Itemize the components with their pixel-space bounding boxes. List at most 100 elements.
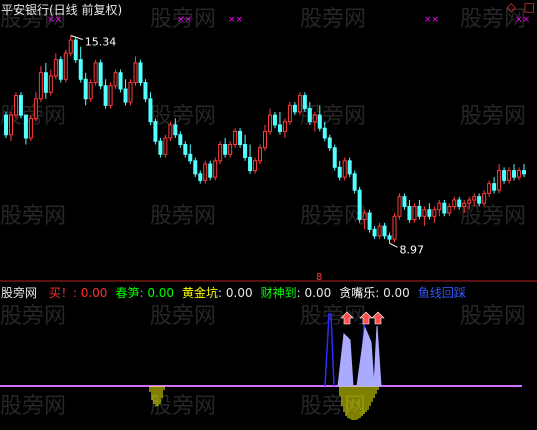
up-arrow-icon	[371, 311, 385, 325]
square-icon[interactable]: □	[524, 0, 535, 14]
candle-body	[337, 166, 342, 178]
candle-body	[282, 121, 287, 132]
candle-body	[228, 144, 233, 155]
candle-body	[168, 124, 173, 139]
watermark-text: 股旁网	[150, 304, 216, 329]
candle-body	[173, 124, 178, 136]
candle-body	[133, 62, 138, 84]
candle-body	[357, 189, 362, 221]
candle-body	[352, 173, 357, 191]
candle-body	[43, 72, 48, 93]
candle-body	[113, 72, 118, 87]
candle-body	[502, 170, 507, 181]
legend-separator: :	[296, 286, 305, 300]
candle-body	[332, 147, 337, 168]
candle-body	[243, 144, 248, 159]
legend-value: 0.00	[225, 286, 253, 300]
watermark-text: 股旁网	[150, 104, 216, 129]
candle-body	[73, 39, 78, 61]
legend-item: 贪嘴乐: 0.00	[339, 286, 410, 300]
legend-label: 财神到	[260, 286, 297, 300]
legend-label: 黄金坑	[182, 286, 219, 300]
legend-separator: :	[375, 286, 384, 300]
candle-body	[272, 114, 277, 126]
diamond-icon[interactable]: ◇	[507, 0, 516, 14]
cross-marker: ××	[228, 15, 243, 25]
low-label: 8.97	[400, 243, 425, 256]
candle-body	[317, 114, 322, 129]
candle-body	[238, 130, 243, 145]
candle-body	[53, 59, 58, 77]
legend-label: 买！	[48, 286, 73, 300]
watermark-text: 股旁网	[0, 304, 66, 329]
legend-value: 0.00	[304, 286, 332, 300]
candle-body	[138, 62, 143, 84]
candle-body	[432, 209, 437, 217]
candle-body	[158, 140, 163, 155]
candle-body	[457, 199, 462, 207]
candle-body	[198, 173, 203, 181]
candle-body	[8, 114, 13, 136]
candle-body	[377, 225, 382, 237]
candle-body	[307, 108, 312, 123]
candle-body	[267, 114, 272, 132]
price-indicator-chart: 股旁网 股旁网 股旁网 股旁网股旁网 股旁网 股旁网 股旁网股旁网 股旁网 股旁网 股旁网股旁网股…	[0, 7, 537, 420]
watermark-text: 股旁网	[300, 7, 366, 32]
candle-body	[258, 147, 263, 162]
candle-body	[277, 124, 282, 132]
candle-body	[123, 88, 128, 103]
watermark-text: 股旁网	[0, 204, 66, 229]
high-label: 15.34	[85, 36, 117, 49]
candle-body	[233, 130, 238, 145]
candle-body	[422, 209, 427, 217]
watermark-text: 股旁网	[460, 204, 526, 229]
candle-body	[492, 183, 497, 191]
candle-body	[143, 82, 148, 100]
legend-item: 春笋: 0.00	[115, 286, 174, 300]
candle-body	[78, 59, 83, 80]
candle-body	[362, 212, 367, 221]
candle-body	[13, 95, 18, 116]
watermark-text: 股旁网	[0, 394, 66, 419]
candle-body	[447, 205, 452, 214]
high-pointer	[70, 35, 83, 41]
legend-label: 鱼线回踩	[417, 286, 466, 300]
candle-body	[522, 170, 526, 175]
candle-body	[417, 205, 422, 217]
legend-item: 鱼线回踩	[418, 286, 466, 300]
candle-body	[412, 205, 417, 221]
candle-body	[302, 95, 307, 110]
candle-body	[58, 59, 63, 80]
candle-body	[367, 212, 372, 230]
candle-body	[342, 160, 347, 178]
indicator-name: 股旁网	[1, 286, 38, 300]
cross-marker: ××	[515, 15, 530, 25]
candle-body	[98, 62, 103, 87]
candle-body	[322, 127, 327, 139]
legend-separator: :	[218, 286, 226, 300]
candle-body	[263, 130, 267, 149]
candle-body	[118, 72, 123, 90]
legend-value: 0.00	[80, 286, 108, 300]
candle-body	[387, 235, 392, 240]
cross-marker: ××	[424, 15, 439, 25]
candle-body	[4, 114, 8, 136]
candle-body	[203, 163, 208, 181]
candle-body	[193, 160, 198, 175]
candle-body	[327, 137, 332, 149]
legend-item: 财神到: 0.00	[261, 286, 332, 300]
candle-body	[292, 104, 297, 113]
candle-body	[482, 192, 487, 204]
legend-label: 贪嘴乐	[339, 286, 376, 300]
candle-body	[93, 62, 98, 84]
lavender-hump	[373, 325, 382, 387]
legend-separator: :	[72, 286, 81, 300]
candle-body	[287, 104, 292, 123]
low-pointer	[389, 242, 398, 248]
candle-body	[23, 114, 28, 139]
candle-body	[442, 202, 447, 214]
candle-body	[33, 98, 38, 119]
legend-value: 0.00	[147, 286, 175, 300]
candle-body	[392, 215, 397, 240]
candle-body	[153, 121, 158, 142]
